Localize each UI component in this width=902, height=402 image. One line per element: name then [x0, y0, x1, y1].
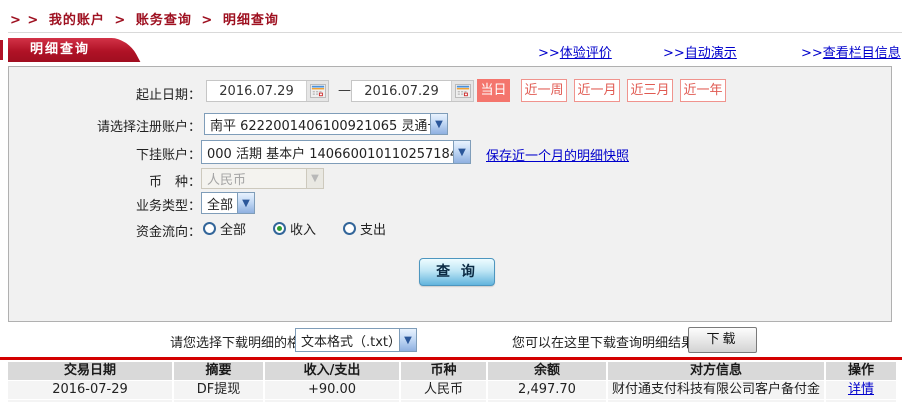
end-date-calendar-button[interactable] — [451, 81, 473, 101]
results-table: 交易日期 摘要 收入/支出 币种 余额 对方信息 操作 2016-07-29 D… — [8, 362, 896, 402]
date-range-dash: — — [338, 83, 351, 98]
divider — [8, 32, 902, 33]
radio-icon — [343, 222, 356, 235]
cell-trade-date: 2016-07-29 — [8, 381, 172, 399]
quick-range-today-button[interactable]: 当日 — [477, 79, 510, 102]
header-action: 操作 — [826, 362, 896, 380]
link-arrows: >> — [538, 46, 560, 61]
header-currency: 币种 — [401, 362, 486, 380]
quick-range-quarter-button[interactable]: 近三月 — [627, 79, 673, 102]
chevron-down-icon: ▼ — [237, 193, 254, 213]
fund-flow-all-radio[interactable]: 全部 — [203, 219, 246, 238]
detail-link[interactable]: 详情 — [848, 382, 874, 397]
radio-label: 支出 — [360, 219, 386, 238]
cell-currency: 人民币 — [401, 381, 486, 399]
link-arrows: >> — [663, 46, 685, 61]
start-date-value: 2016.07.29 — [207, 84, 306, 99]
quick-range-year-button[interactable]: 近一年 — [680, 79, 726, 102]
business-type-value: 全部 — [202, 194, 237, 213]
query-form-panel: 起止日期： 2016.07.29 — 2016.07.29 — [8, 66, 892, 322]
query-button[interactable]: 查 询 — [419, 258, 495, 286]
link-view-column-info[interactable]: >>查看栏目信息 — [801, 42, 901, 61]
cell-amount: +90.00 — [265, 381, 399, 399]
breadcrumb-separator: > — [201, 13, 213, 28]
radio-checked-icon — [273, 222, 286, 235]
header-income-expense: 收入/支出 — [265, 362, 399, 380]
link-experience-rating[interactable]: >>体验评价 — [538, 42, 612, 61]
download-format-select[interactable]: 文本格式（.txt） ▼ — [295, 328, 417, 352]
cell-summary: DF提现 — [174, 381, 263, 399]
cell-balance: 2,497.70 — [488, 381, 606, 399]
sub-account-select[interactable]: 000 活期 基本户 1406600101102571848 ▼ — [201, 140, 471, 164]
download-format-value: 文本格式（.txt） — [296, 331, 399, 350]
left-accent-bar — [0, 40, 3, 60]
fund-flow-income-radio[interactable]: 收入 — [273, 219, 316, 238]
header-trade-date: 交易日期 — [8, 362, 172, 380]
start-date-calendar-button[interactable] — [306, 81, 328, 101]
calendar-icon — [310, 84, 326, 98]
link-label: 自动演示 — [685, 46, 737, 61]
radio-icon — [203, 222, 216, 235]
register-account-value: 南平 6222001406100921065 灵通卡 — [205, 115, 430, 134]
link-label: 查看栏目信息 — [823, 46, 901, 61]
chevron-down-icon: ▼ — [306, 169, 323, 188]
breadcrumb-separator: > — [114, 13, 126, 28]
currency-value: 人民币 — [202, 169, 306, 188]
sub-account-label: 下挂账户： — [9, 144, 201, 163]
breadcrumb-item-detail-query[interactable]: 明细查询 — [223, 13, 279, 28]
header-summary: 摘要 — [174, 362, 263, 380]
radio-label: 全部 — [220, 219, 246, 238]
fund-flow-expense-radio[interactable]: 支出 — [343, 219, 386, 238]
breadcrumb: > > 我的账户 > 账务查询 > 明细查询 — [10, 9, 283, 28]
calendar-icon — [455, 84, 471, 98]
download-button[interactable]: 下载 — [688, 327, 757, 353]
breadcrumb-prefix: > > — [10, 13, 39, 28]
sub-account-value: 000 活期 基本户 1406600101102571848 — [202, 143, 453, 162]
quick-range-month-button[interactable]: 近一月 — [574, 79, 620, 102]
tab-detail-query: 明细查询 — [8, 38, 112, 62]
chevron-down-icon: ▼ — [430, 114, 447, 134]
download-format-label: 请您选择下载明细的格式 — [170, 332, 313, 351]
link-arrows: >> — [801, 46, 823, 61]
radio-label: 收入 — [290, 219, 316, 238]
end-date-input[interactable]: 2016.07.29 — [351, 80, 474, 102]
register-account-select[interactable]: 南平 6222001406100921065 灵通卡 ▼ — [204, 113, 448, 135]
table-row: 2016-07-29 DF提现 +90.00 人民币 2,497.70 财付通支… — [8, 381, 896, 399]
chevron-down-icon: ▼ — [453, 141, 470, 163]
link-auto-demo[interactable]: >>自动演示 — [663, 42, 737, 61]
business-type-select[interactable]: 全部 ▼ — [201, 192, 255, 214]
business-type-label: 业务类型： — [9, 195, 201, 214]
header-balance: 余额 — [488, 362, 606, 380]
currency-select: 人民币 ▼ — [201, 168, 324, 189]
breadcrumb-item-my-account[interactable]: 我的账户 — [49, 13, 105, 28]
link-label: 体验评价 — [560, 46, 612, 61]
detail-query-page: > > 我的账户 > 账务查询 > 明细查询 明细查询 >>体验评价 >>自动演… — [0, 0, 902, 402]
currency-label: 币 种： — [9, 171, 201, 190]
table-top-divider — [0, 357, 902, 360]
table-header-row: 交易日期 摘要 收入/支出 币种 余额 对方信息 操作 — [8, 362, 896, 380]
date-range-label: 起止日期： — [9, 84, 201, 103]
header-counterparty: 对方信息 — [608, 362, 824, 380]
end-date-value: 2016.07.29 — [352, 84, 451, 99]
download-hint-text: 您可以在这里下载查询明细结果 — [512, 332, 694, 351]
quick-range-week-button[interactable]: 近一周 — [521, 79, 567, 102]
register-account-label: 请选择注册账户： — [9, 116, 201, 135]
fund-flow-radio-group: 全部 收入 支出 — [203, 219, 386, 238]
fund-flow-label: 资金流向： — [9, 221, 201, 240]
save-monthly-snapshot-link[interactable]: 保存近一个月的明细快照 — [486, 145, 629, 164]
cell-counterparty: 财付通支付科技有限公司客户备付金 — [608, 381, 824, 399]
chevron-down-icon: ▼ — [399, 329, 416, 351]
breadcrumb-item-account-query[interactable]: 账务查询 — [136, 13, 192, 28]
start-date-input[interactable]: 2016.07.29 — [206, 80, 329, 102]
